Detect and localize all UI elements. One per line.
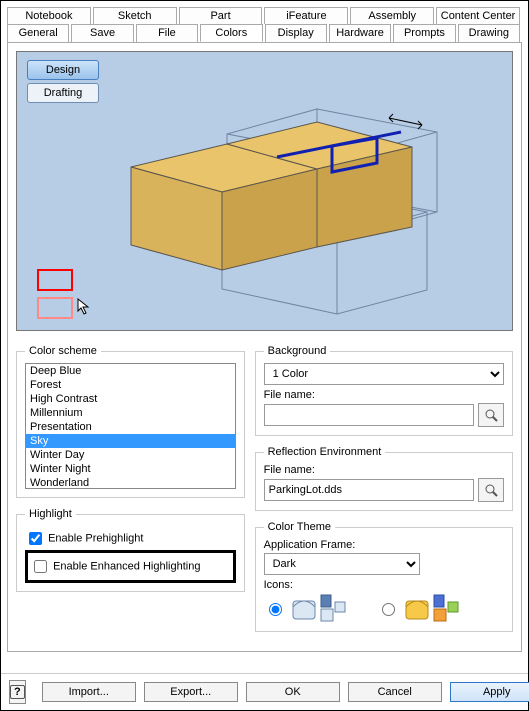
right-column: Background 1 Color File name: Reflection… [255,335,513,632]
scheme-item[interactable]: Winter Day [26,448,235,462]
options-columns: Color scheme Deep BlueForestHigh Contras… [16,335,513,632]
background-combo[interactable]: 1 Color [264,363,504,385]
color-scheme-legend: Color scheme [25,345,101,357]
tabs-row-1: Notebook Sketch Part iFeature Assembly C… [7,7,522,24]
ok-button[interactable]: OK [246,682,340,702]
icons-color-icon [404,593,460,623]
enhanced-label: Enable Enhanced Highlighting [53,560,200,572]
tab-assembly[interactable]: Assembly [350,7,434,24]
red-highlight-2 [37,297,73,319]
scheme-item[interactable]: Deep Blue [26,364,235,378]
scheme-item[interactable]: Forest [26,378,235,392]
tab-prompts[interactable]: Prompts [393,24,455,42]
tab-body: Design Drafting [7,42,522,652]
left-column: Color scheme Deep BlueForestHigh Contras… [16,335,245,632]
tab-colors[interactable]: Colors [200,24,262,42]
tab-drawing[interactable]: Drawing [458,24,520,42]
enhanced-highlight-callout: Enable Enhanced Highlighting [25,550,236,583]
icons-option-color[interactable] [377,593,460,623]
highlight-legend: Highlight [25,508,76,520]
tab-hardware[interactable]: Hardware [329,24,391,42]
color-theme-legend: Color Theme [264,521,335,533]
app-frame-label: Application Frame: [264,539,504,551]
app-frame-combo[interactable]: Dark [264,553,420,575]
color-theme-group: Color Theme Application Frame: Dark Icon… [255,521,513,632]
icons-label: Icons: [264,579,504,591]
enable-enhanced-checkbox[interactable]: Enable Enhanced Highlighting [30,557,229,576]
scheme-item[interactable]: Wonderland [26,476,235,489]
dialog-footer: ? Import... Export... OK Cancel Apply [1,673,528,710]
apply-button[interactable]: Apply [450,682,529,702]
color-scheme-group: Color scheme Deep BlueForestHigh Contras… [16,345,245,498]
enable-prehighlight-checkbox[interactable]: Enable Prehighlight [25,529,236,548]
prehighlight-input[interactable] [29,532,42,545]
tab-file[interactable]: File [136,24,198,42]
bg-browse-button[interactable] [478,403,504,427]
scheme-item[interactable]: Sky [26,434,235,448]
reflection-group: Reflection Environment File name: [255,446,513,511]
tab-sketch[interactable]: Sketch [93,7,177,24]
scheme-item[interactable]: Millennium [26,406,235,420]
icons-light-icon [291,593,347,623]
scheme-item[interactable]: Winter Night [26,462,235,476]
icons-option-light[interactable] [264,593,347,623]
prehighlight-label: Enable Prehighlight [48,532,143,544]
icons-radio-color[interactable] [382,603,395,616]
help-icon: ? [10,685,25,699]
tabs-row-2: General Save File Colors Display Hardwar… [7,24,522,42]
help-button[interactable]: ? [9,680,26,704]
tab-content-center[interactable]: Content Center [436,7,520,24]
preview-scene [17,52,495,330]
tab-notebook[interactable]: Notebook [7,7,91,24]
refl-filename-input[interactable] [264,479,474,501]
tab-part[interactable]: Part [179,7,263,24]
highlight-group: Highlight Enable Prehighlight Enable Enh… [16,508,245,592]
cursor-icon [77,298,95,316]
enhanced-input[interactable] [34,560,47,573]
background-legend: Background [264,345,331,357]
bg-filename-input[interactable] [264,404,474,426]
background-group: Background 1 Color File name: [255,345,513,436]
icons-radio-light[interactable] [269,603,282,616]
tab-ifeature[interactable]: iFeature [264,7,348,24]
tab-general[interactable]: General [7,24,69,42]
scheme-item[interactable]: Presentation [26,420,235,434]
refl-browse-button[interactable] [478,478,504,502]
color-scheme-list[interactable]: Deep BlueForestHigh ContrastMillenniumPr… [25,363,236,489]
bg-filename-label: File name: [264,389,504,401]
export-button[interactable]: Export... [144,682,238,702]
cancel-button[interactable]: Cancel [348,682,442,702]
reflection-legend: Reflection Environment [264,446,386,458]
tab-strip: Notebook Sketch Part iFeature Assembly C… [1,1,528,42]
red-highlight-1 [37,269,73,291]
tab-save[interactable]: Save [71,24,133,42]
tab-display[interactable]: Display [265,24,327,42]
scheme-preview: Design Drafting [16,51,513,331]
scheme-item[interactable]: High Contrast [26,392,235,406]
refl-filename-label: File name: [264,464,504,476]
import-button[interactable]: Import... [42,682,136,702]
